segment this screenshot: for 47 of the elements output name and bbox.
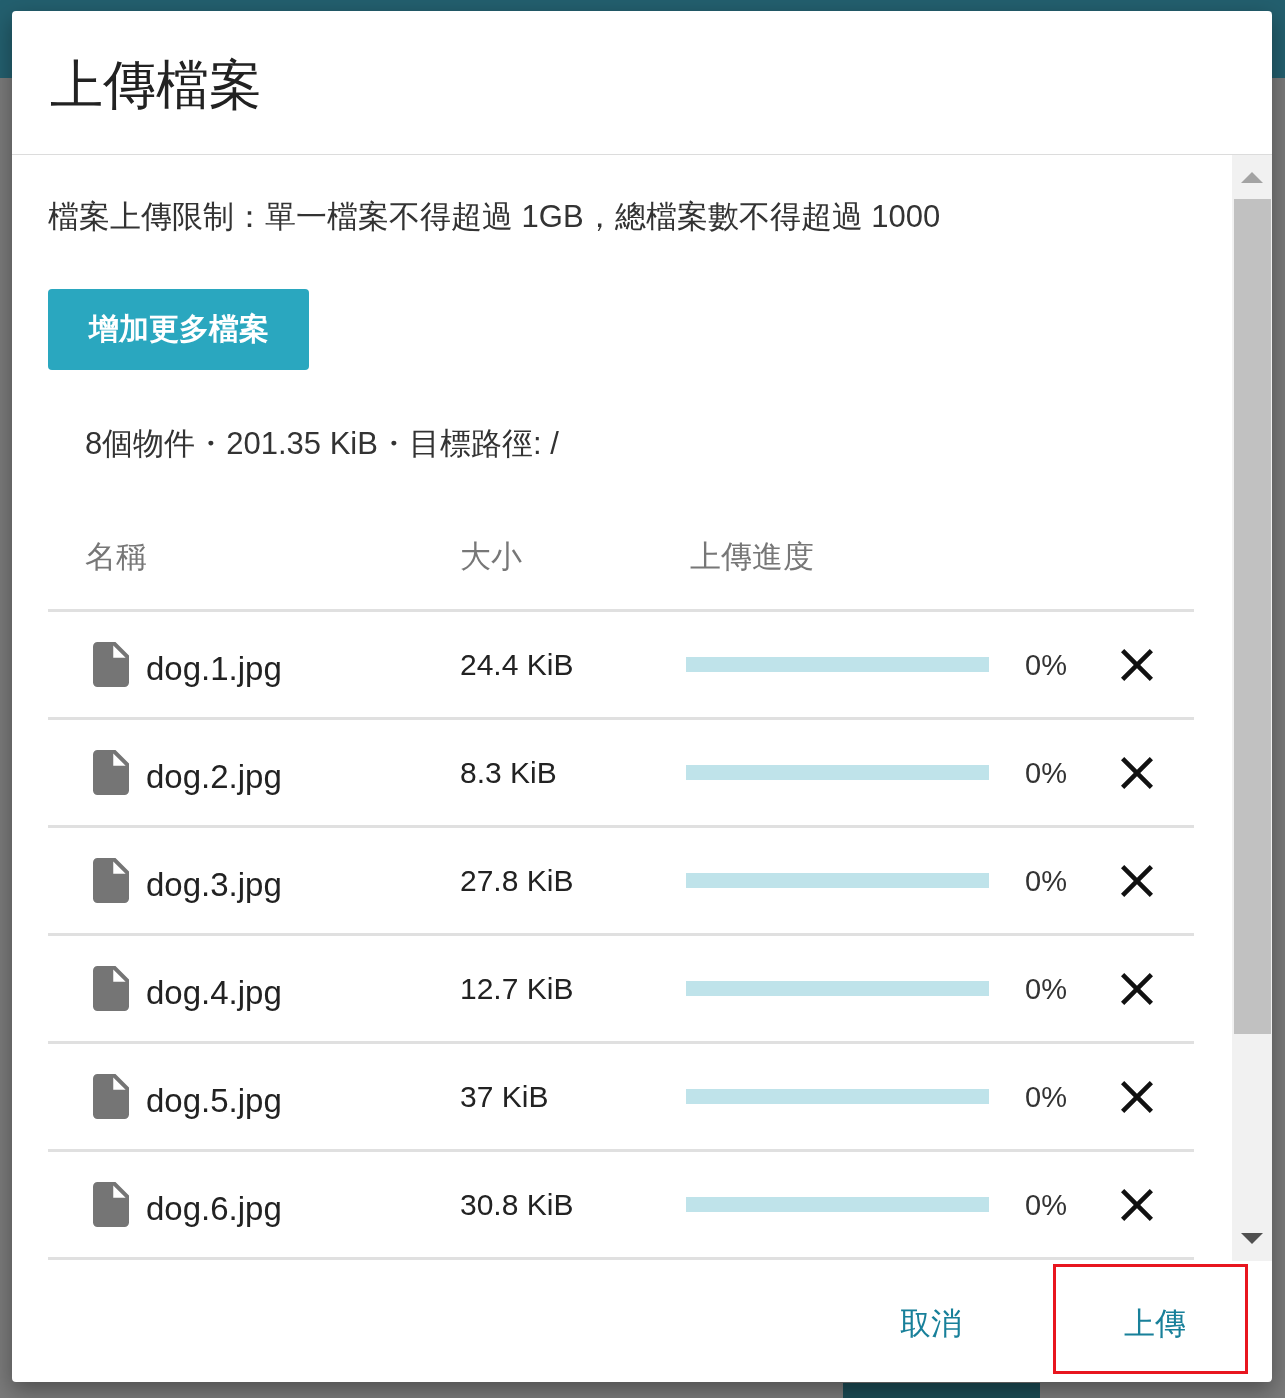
progress-percent: 0%	[1025, 756, 1067, 789]
scrollbar-thumb[interactable]	[1233, 199, 1271, 1034]
file-name: dog.2.jpg	[146, 756, 282, 797]
remove-button[interactable]	[1121, 1080, 1153, 1113]
close-icon	[1121, 756, 1153, 789]
close-icon	[1121, 648, 1153, 681]
progress-percent: 0%	[1025, 1188, 1067, 1221]
remove-button[interactable]	[1121, 1188, 1153, 1221]
file-name: dog.5.jpg	[146, 1080, 282, 1121]
column-header: 上傳進度	[689, 538, 815, 576]
remove-button[interactable]	[1121, 972, 1153, 1005]
cancel-button[interactable]: 取消	[851, 1267, 1011, 1371]
file-size: 24.4 KiB	[460, 647, 574, 681]
file-icon	[93, 1074, 129, 1119]
column-header: 大小	[460, 538, 523, 576]
progress-percent: 0%	[1025, 1080, 1067, 1113]
close-icon	[1121, 864, 1153, 897]
upload-summary: 8個物件・201.35 KiB・目標路徑: /	[85, 425, 560, 463]
progress-percent: 0%	[1025, 972, 1067, 1005]
remove-button[interactable]	[1121, 756, 1153, 789]
file-size: 37 KiB	[460, 1079, 549, 1113]
file-size: 12.7 KiB	[460, 971, 574, 1005]
file-size: 30.8 KiB	[460, 1187, 574, 1221]
file-name: dog.3.jpg	[146, 864, 282, 905]
column-header: 名稱	[84, 538, 148, 576]
file-name: dog.1.jpg	[146, 648, 282, 689]
dialog-title: 上傳檔案	[50, 54, 262, 115]
progress-percent: 0%	[1025, 648, 1067, 681]
file-icon	[93, 642, 129, 687]
progress-percent: 0%	[1025, 864, 1067, 897]
scroll-down-icon[interactable]	[1241, 1233, 1263, 1244]
file-size: 27.8 KiB	[460, 863, 574, 897]
file-icon	[93, 1182, 129, 1227]
file-icon	[93, 858, 129, 903]
close-icon	[1121, 972, 1153, 1005]
remove-button[interactable]	[1121, 864, 1153, 897]
file-icon	[93, 966, 129, 1011]
upload-button[interactable]: 上傳	[1056, 1267, 1245, 1371]
upload-limit-note: 檔案上傳限制：單一檔案不得超過 1GB，總檔案數不得超過 1000	[48, 198, 942, 236]
file-name: dog.4.jpg	[146, 972, 282, 1013]
add-files-button[interactable]: 增加更多檔案	[48, 289, 309, 370]
file-icon	[93, 750, 129, 795]
file-name: dog.6.jpg	[146, 1188, 282, 1229]
close-icon	[1121, 1080, 1153, 1113]
remove-button[interactable]	[1121, 648, 1153, 681]
close-icon	[1121, 1188, 1153, 1221]
file-size: 8.3 KiB	[460, 755, 557, 789]
